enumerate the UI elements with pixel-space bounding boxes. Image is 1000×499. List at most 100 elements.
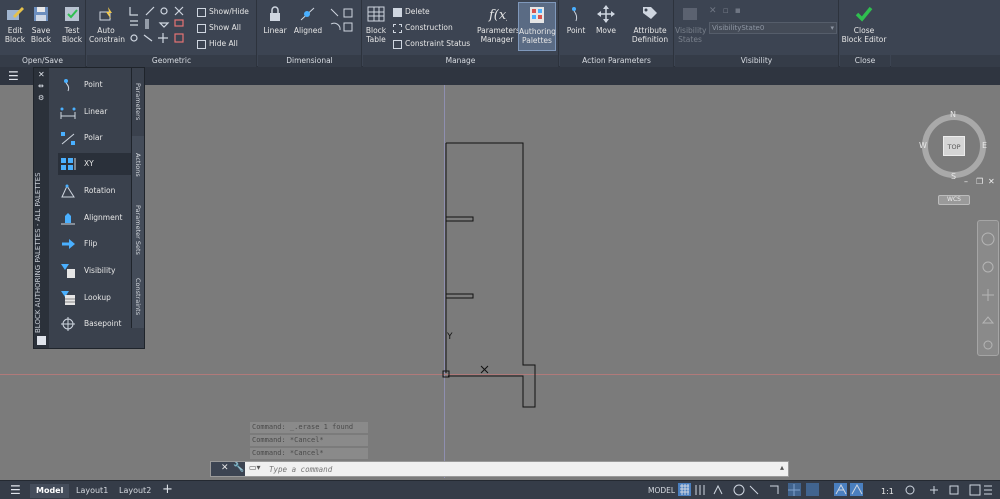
block-table-button[interactable]: Block Table (363, 4, 389, 44)
parameters-manager-label: Parameters Manager (477, 26, 520, 44)
file-tab-strip: ☰ (0, 67, 1000, 85)
construction-label: Construction (405, 23, 453, 32)
status-menu-icon[interactable]: ☰ (10, 483, 21, 497)
save-block-button[interactable]: Save Block (28, 4, 54, 44)
palette-title-strip: ✕ ⇹ ⚙ BLOCK AUTHORING PALETTES - ALL PAL… (34, 68, 49, 348)
palette-menu-icon[interactable] (37, 336, 46, 345)
hide-all-button[interactable]: Hide All (197, 38, 238, 50)
block-table-icon (367, 6, 385, 22)
visibility-states-button[interactable]: Visibility States (675, 4, 706, 44)
navigation-bar-icons (981, 232, 995, 350)
palette-item-label: Linear (84, 107, 108, 116)
move-button[interactable]: Move (592, 4, 620, 35)
compass-north: N (950, 110, 956, 119)
test-block-button[interactable]: Test Block (58, 4, 86, 44)
point-button[interactable]: Point (562, 4, 590, 35)
palette-item-xy[interactable]: XY (58, 153, 140, 175)
drawing-canvas[interactable]: Y – ❐ ✕ (0, 85, 1000, 478)
palette-close-icon[interactable]: ✕ (38, 70, 45, 79)
action-parameters-panel: Point Move Attribute Definition Action P… (560, 0, 674, 67)
palette-vertical-title: BLOCK AUTHORING PALETTES - ALL PALETTES (34, 172, 42, 334)
command-close-icon[interactable]: ✕ (221, 463, 229, 473)
lookup-param-icon (61, 291, 75, 305)
geometric-title[interactable]: Geometric (87, 55, 256, 67)
status-tool-icons[interactable]: 1:1 (678, 483, 994, 498)
palette-item-alignment[interactable]: Alignment (58, 207, 140, 229)
command-history-toggle-icon[interactable]: ▴ (780, 463, 784, 472)
palette-item-label: Lookup (84, 293, 111, 302)
navigation-bar[interactable] (977, 220, 999, 356)
svg-text:Y: Y (446, 332, 453, 342)
dimensional-tools-icon[interactable] (328, 6, 358, 46)
block-geometry: Y (442, 142, 536, 408)
move-label: Move (595, 26, 617, 35)
ribbon-fill (891, 55, 1000, 67)
authoring-palettes-icon (530, 7, 544, 23)
palette-autohide-icon[interactable]: ⇹ (38, 82, 44, 90)
wcs-menu[interactable]: WCS (938, 195, 970, 205)
model-space-toggle[interactable]: MODEL (642, 484, 681, 498)
command-history-line: Command: *Cancel* (250, 435, 368, 446)
palette-item-label: Alignment (84, 213, 123, 222)
visibility-panel: Visibility States VisibilityState0 ▾ ✕▫▪… (675, 0, 839, 67)
linear-button[interactable]: Linear (260, 4, 290, 35)
ribbon: Edit Block Save Block Test Block Open/Sa… (0, 0, 1000, 67)
manage-title[interactable]: Manage (363, 55, 558, 67)
svg-text:1:1: 1:1 (881, 487, 894, 496)
status-bar: ☰ Model Layout1 Layout2 + MODEL 1:1 (0, 480, 1000, 499)
tab-layout1[interactable]: Layout1 (70, 484, 114, 498)
palette-item-rotation[interactable]: Rotation (58, 180, 140, 202)
add-layout-icon[interactable]: + (162, 482, 173, 497)
action-parameters-title[interactable]: Action Parameters (560, 55, 673, 67)
visibility-param-icon (61, 264, 75, 278)
point-param-icon (64, 79, 70, 92)
command-history-line: Command: *Cancel* (250, 448, 368, 459)
attribute-definition-button[interactable]: Attribute Definition (628, 4, 672, 44)
tab-constraints[interactable]: Constraints (131, 266, 144, 328)
compass-west: W (919, 141, 927, 150)
point-parameter-icon (572, 7, 578, 22)
compass-east: E (982, 141, 988, 150)
tab-model[interactable]: Model (30, 484, 70, 498)
viewcube-top-face[interactable]: TOP (943, 136, 965, 156)
show-hide-button[interactable]: Show/Hide (197, 6, 249, 18)
visibility-state-select[interactable]: VisibilityState0 ▾ (709, 22, 837, 34)
delete-button[interactable]: Delete (393, 6, 430, 18)
tab-actions[interactable]: Actions (131, 136, 144, 194)
parameters-manager-button[interactable]: f(x) Parameters Manager (477, 4, 520, 44)
alignment-param-icon (61, 213, 75, 225)
show-all-button[interactable]: Show All (197, 22, 241, 34)
palette-item-lookup[interactable]: Lookup (58, 287, 140, 309)
compass-south: S (951, 172, 957, 181)
command-line: ✕ 🔧 ▭▾ ▴ (210, 461, 789, 477)
edit-block-icon (7, 7, 24, 20)
command-prompt-icon[interactable]: ▭▾ (249, 463, 261, 472)
show-hide-label: Show/Hide (209, 7, 249, 16)
close-block-editor-button[interactable]: Close Block Editor (840, 4, 888, 44)
viewcube[interactable]: TOP N S W E (918, 108, 990, 190)
authoring-palettes-button[interactable]: Authoring Palettes (518, 2, 556, 51)
open-save-title[interactable]: Open/Save (0, 55, 85, 67)
palette-item-visibility[interactable]: Visibility (58, 260, 140, 282)
save-block-label: Save Block (30, 26, 52, 44)
palette-item-flip[interactable]: Flip (58, 233, 140, 255)
palette-item-point[interactable]: Point (58, 74, 140, 96)
palette-item-basepoint[interactable]: Basepoint (58, 313, 140, 335)
palette-properties-icon[interactable]: ⚙ (38, 94, 44, 102)
palette-item-linear[interactable]: Linear (58, 101, 140, 123)
basepoint-param-icon (61, 317, 75, 331)
command-customize-icon[interactable]: 🔧 (233, 463, 244, 473)
constraint-status-button[interactable]: Constraint Status (393, 38, 470, 50)
flip-param-icon (62, 239, 75, 249)
palette-item-polar[interactable]: Polar (58, 127, 140, 149)
construction-button[interactable]: Construction (393, 22, 453, 34)
edit-block-button[interactable]: Edit Block (2, 4, 28, 44)
tab-layout2[interactable]: Layout2 (113, 484, 157, 498)
aligned-button[interactable]: Aligned (292, 4, 324, 35)
geometric-constraints-icon[interactable] (127, 4, 191, 48)
auto-constrain-button[interactable]: Auto Constrain (89, 4, 125, 44)
hamburger-menu-icon[interactable]: ☰ (8, 69, 22, 83)
command-input[interactable] (269, 463, 769, 475)
tab-parameter-sets[interactable]: Parameter Sets (131, 194, 144, 266)
tab-parameters[interactable]: Parameters (131, 68, 144, 136)
